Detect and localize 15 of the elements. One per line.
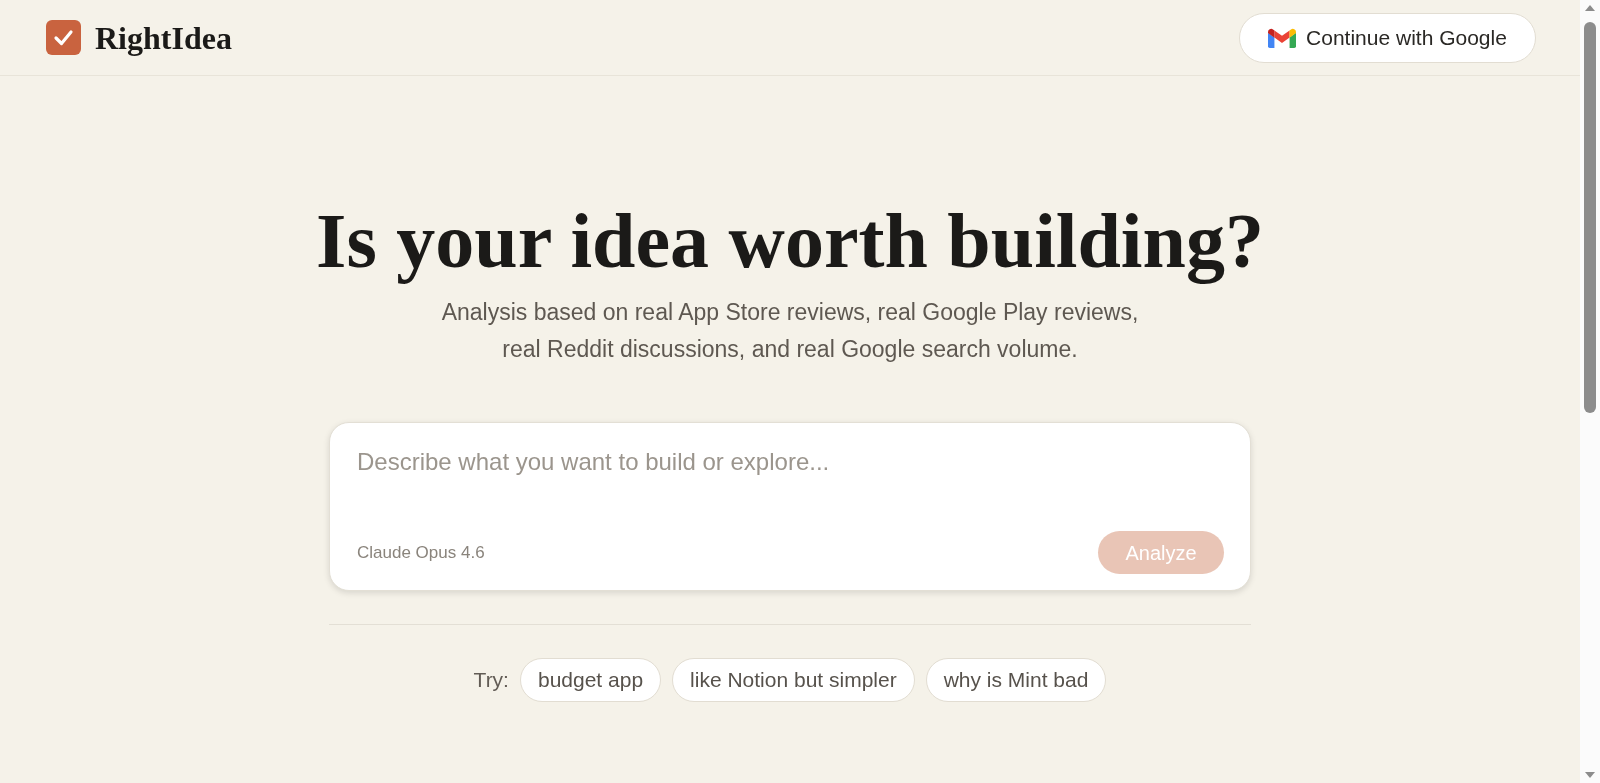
scroll-down-icon[interactable] [1585, 772, 1595, 778]
mail-icon [1268, 27, 1297, 48]
idea-input-field[interactable]: Describe what you want to build or explore... [357, 445, 1224, 515]
suggestion-chip[interactable]: like Notion but simpler [672, 658, 915, 702]
scroll-up-icon[interactable] [1585, 5, 1595, 11]
suggestion-chip[interactable]: budget app [519, 658, 662, 702]
model-label: Claude Opus 4.6 [357, 541, 485, 564]
suggestion-chip[interactable]: why is Mint bad [925, 658, 1107, 702]
scrollbar-thumb[interactable] [1584, 22, 1596, 413]
continue-with-google-button[interactable]: Continue with Google [1239, 12, 1536, 63]
try-label: Try: [473, 667, 509, 694]
check-logo-icon [46, 20, 81, 55]
subtitle: Analysis based on real App Store reviews, real Google Play reviews, real Reddit discussions, and real Google search volume. [441, 298, 1139, 364]
brand-name: RightIdea [95, 21, 232, 54]
scrollbar-track[interactable] [1580, 0, 1600, 783]
